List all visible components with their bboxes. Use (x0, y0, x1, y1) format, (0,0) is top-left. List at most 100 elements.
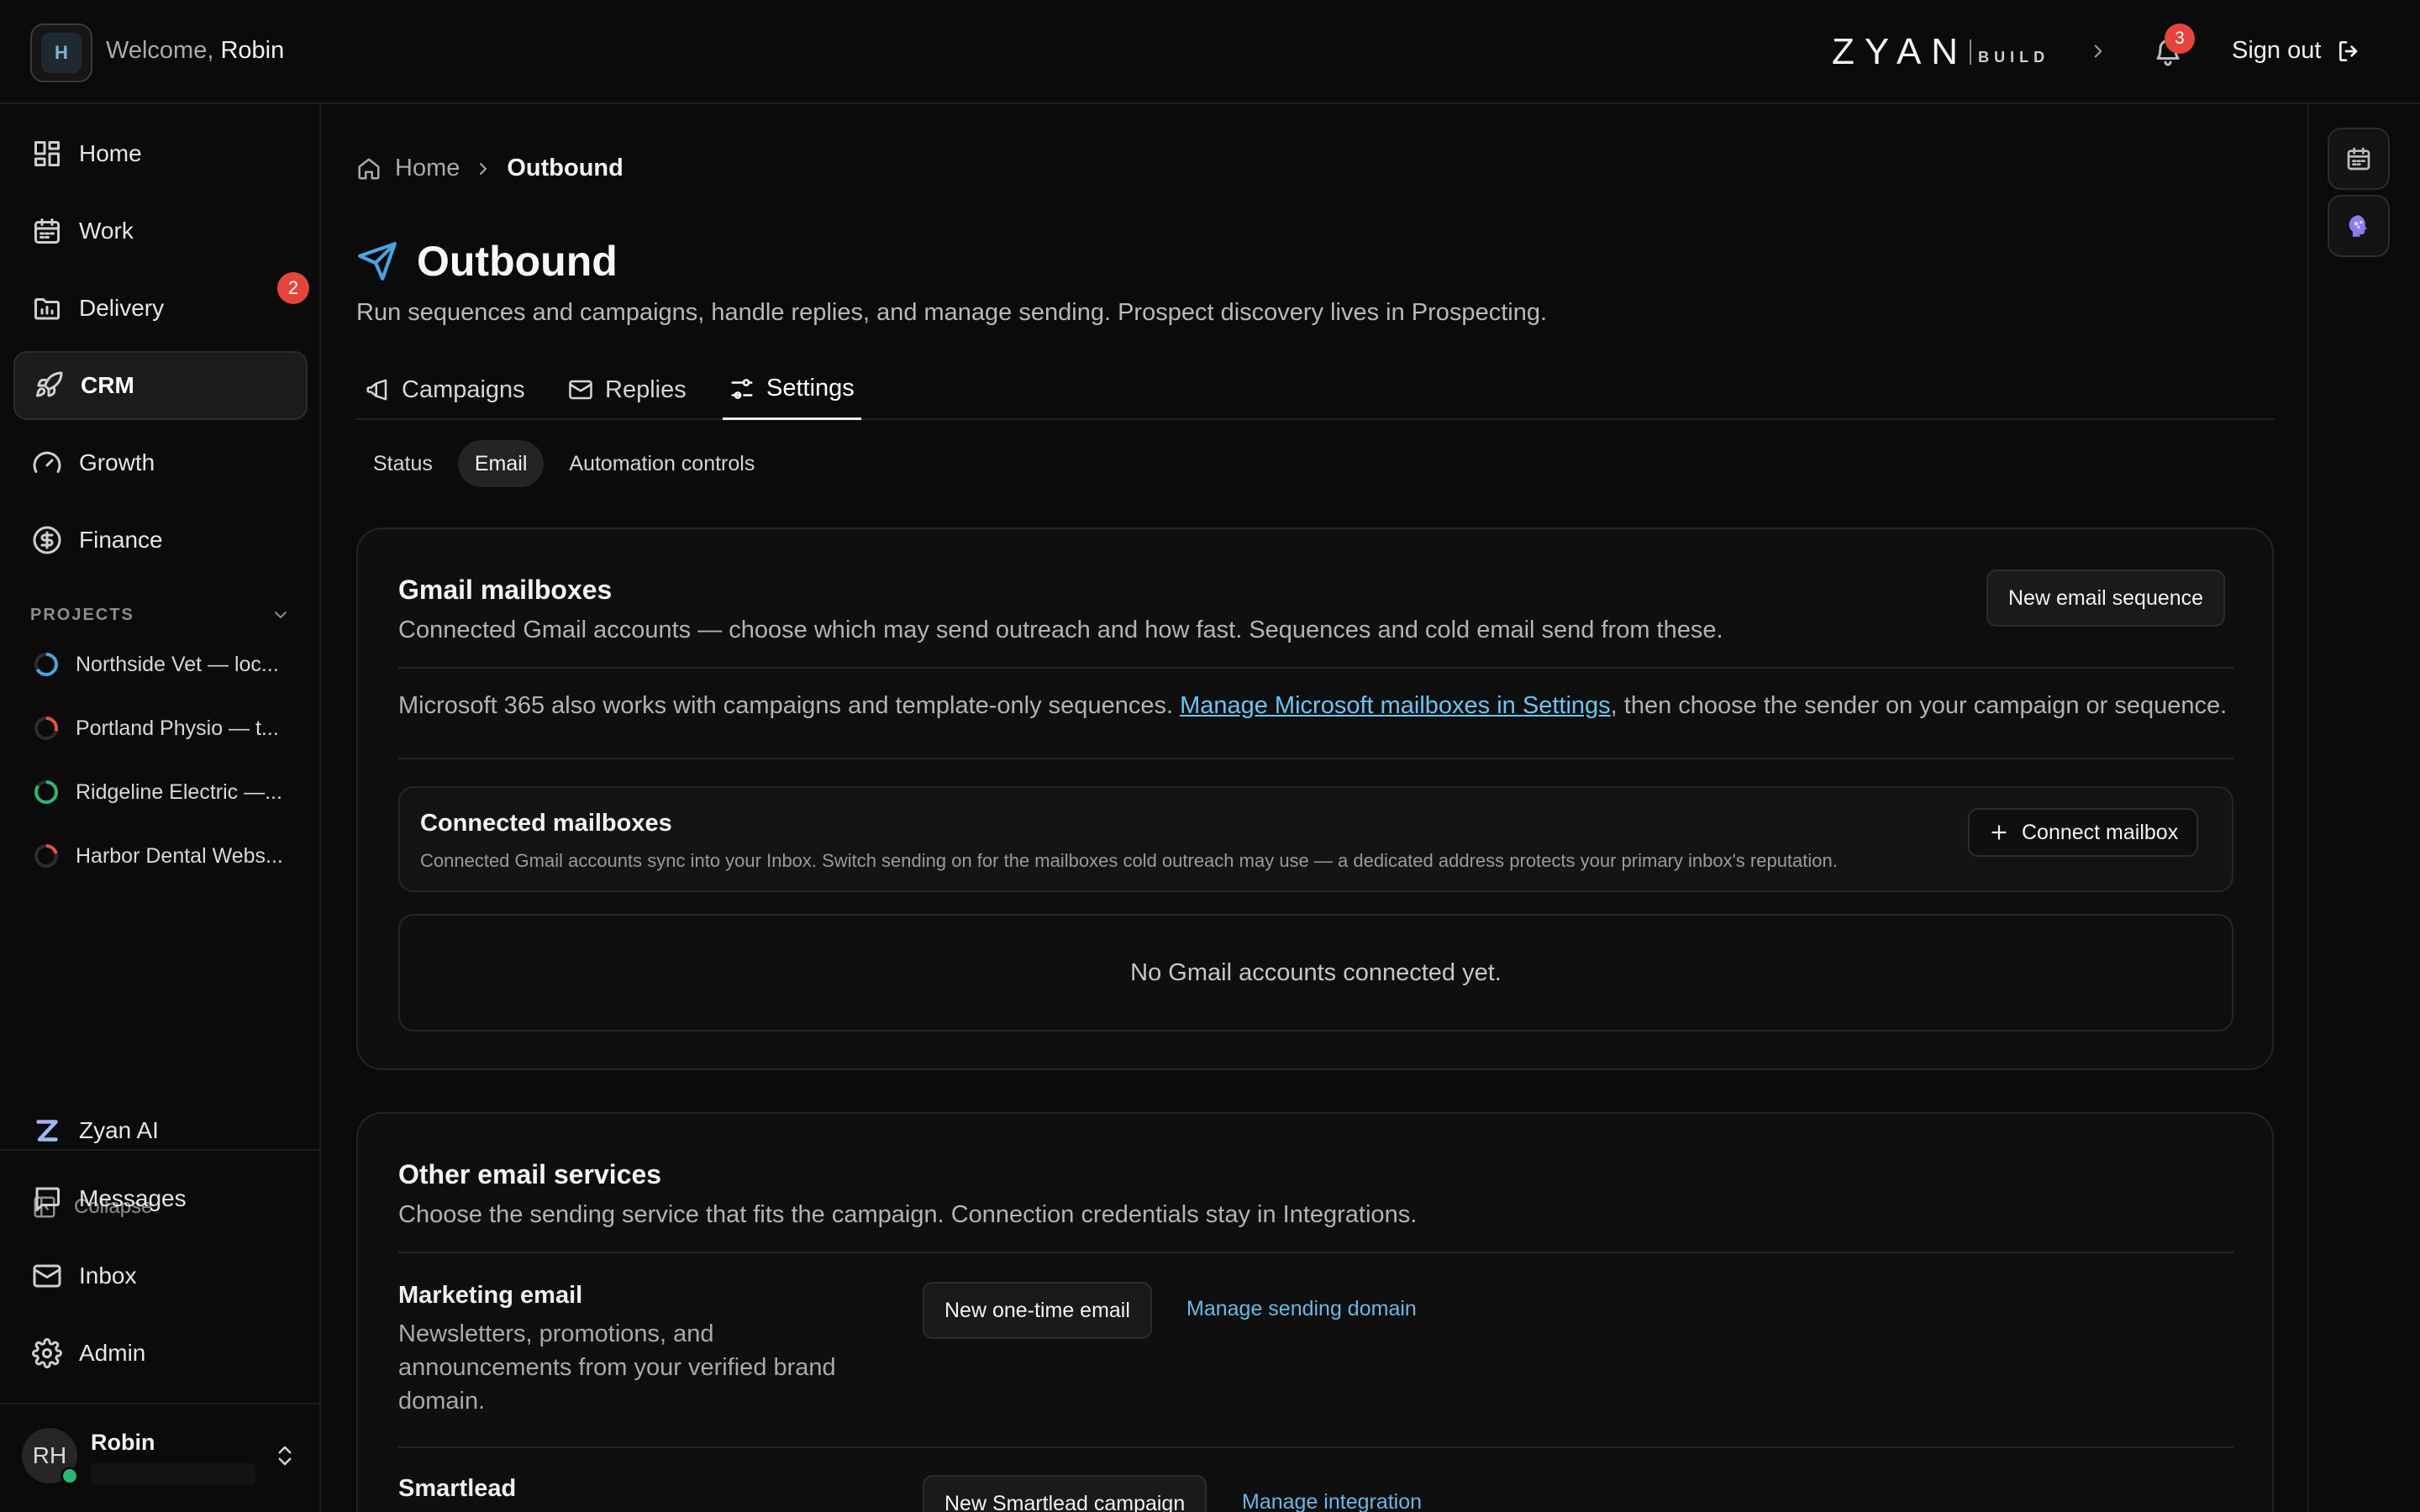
progress-ring-icon (34, 717, 58, 740)
project-item[interactable]: Harbor Dental Webs... (34, 835, 294, 877)
sidebar-item-label: CRM (81, 372, 134, 398)
divider (398, 667, 2233, 669)
send-icon (356, 240, 398, 282)
app-logo-initial: H (41, 33, 82, 73)
sidebar-item-label: Work (79, 218, 134, 244)
dollar-icon (32, 525, 62, 555)
rocket-icon (34, 370, 64, 401)
app-logo[interactable]: H (30, 24, 92, 82)
project-label: Ridgeline Electric —... (76, 780, 282, 804)
sidebar-item-messages[interactable]: Messages (13, 1164, 308, 1233)
microsoft-note: Microsoft 365 also works with campaigns … (398, 689, 2233, 722)
chevron-right-icon (473, 159, 493, 179)
manage-integration-link[interactable]: Manage integration (1242, 1490, 1422, 1512)
sidebar-item-work[interactable]: Work (13, 197, 308, 265)
tab-campaigns[interactable]: Campaigns (365, 360, 525, 420)
online-status-dot (60, 1467, 79, 1485)
delivery-icon (32, 293, 62, 323)
sidebar-item-home[interactable]: Home (13, 119, 308, 188)
calendar-rail-button[interactable] (2328, 128, 2390, 190)
new-smartlead-campaign-button[interactable]: New Smartlead campaign (923, 1475, 1207, 1512)
page-header: Outbound (356, 237, 618, 286)
mail-icon (32, 1261, 62, 1291)
subtab-email[interactable]: Email (457, 440, 544, 487)
sidebar-item-label: Growth (79, 449, 155, 475)
breadcrumb: Home Outbound (356, 155, 623, 182)
manage-microsoft-mailboxes-link[interactable]: Manage Microsoft mailboxes in Settings (1180, 692, 1611, 719)
sidebar-item-delivery[interactable]: Delivery (13, 274, 308, 343)
welcome-name: Robin (220, 37, 285, 64)
sidebar-item-admin[interactable]: Admin (13, 1319, 308, 1388)
sign-out-label: Sign out (2232, 37, 2322, 64)
zyan-ai-button[interactable]: Zyan AI (32, 1116, 159, 1146)
gmail-mailboxes-card: Gmail mailboxes Connected Gmail accounts… (356, 528, 2274, 1070)
brand-name: ZYAN (1832, 31, 1969, 72)
tab-replies[interactable]: Replies (568, 360, 687, 420)
project-item[interactable]: Ridgeline Electric —... (34, 771, 294, 813)
megaphone-icon (365, 377, 390, 402)
sidebar-item-label: Inbox (79, 1263, 137, 1289)
tab-settings[interactable]: Settings (723, 360, 861, 420)
projects-heading-label: PROJECTS (30, 605, 134, 624)
home-icon[interactable] (356, 156, 381, 181)
divider (398, 1446, 2233, 1448)
sidebar-item-growth[interactable]: Growth (13, 428, 308, 497)
sign-out-button[interactable]: Sign out (2232, 37, 2363, 65)
tab-bar: Campaigns Replies Settings (356, 360, 2274, 420)
sidebar-item-inbox[interactable]: Inbox (13, 1242, 308, 1310)
ms-note-suffix: , then choose the sender on your campaig… (1610, 692, 2228, 719)
card-description: Connected Gmail accounts — choose which … (398, 617, 1723, 643)
service-description: Newsletters, promotions, and announcemen… (398, 1320, 836, 1415)
project-item[interactable]: Portland Physio — t... (34, 707, 294, 749)
project-label: Northside Vet — loc... (76, 652, 279, 676)
user-name: Robin (91, 1430, 155, 1455)
message-icon (32, 1184, 62, 1214)
subtab-status[interactable]: Status (356, 440, 450, 487)
logout-icon (2336, 38, 2363, 65)
tab-label: Replies (605, 375, 687, 403)
sidebar-divider (0, 1149, 321, 1151)
user-email-placeholder (91, 1463, 255, 1485)
new-one-time-email-button[interactable]: New one-time email (923, 1282, 1152, 1339)
new-email-sequence-button[interactable]: New email sequence (1986, 570, 2226, 627)
chevrons-up-down-icon (272, 1443, 297, 1468)
ms-note-prefix: Microsoft 365 also works with campaigns … (398, 692, 1181, 719)
sidebar-item-finance[interactable]: Finance (13, 506, 308, 575)
sliders-icon (729, 376, 755, 402)
card-title: Other email services (398, 1159, 662, 1189)
chevron-right-icon[interactable] (2087, 40, 2109, 62)
project-label: Harbor Dental Webs... (76, 843, 283, 868)
divider (398, 758, 2233, 759)
connect-mailbox-label: Connect mailbox (2022, 820, 2179, 844)
sidebar-item-crm[interactable]: CRM (13, 351, 308, 420)
project-item[interactable]: Northside Vet — loc... (34, 643, 294, 685)
right-rail (2307, 104, 2420, 1512)
project-label: Portland Physio — t... (76, 716, 279, 740)
ai-brain-icon (2344, 212, 2373, 240)
chevron-down-icon (271, 605, 291, 625)
calendar-icon (32, 216, 62, 246)
ai-assistant-rail-button[interactable] (2328, 195, 2390, 257)
sidebar-item-label: Admin (79, 1340, 146, 1366)
card-description: Choose the sending service that fits the… (398, 1201, 1418, 1228)
dashboard-icon (32, 139, 62, 169)
manage-sending-domain-link[interactable]: Manage sending domain (1186, 1297, 1417, 1321)
brand-logo[interactable]: ZYAN BUILD (1832, 31, 2049, 72)
sidebar-item-label: Messages (79, 1185, 187, 1211)
calendar-icon (2345, 145, 2372, 172)
gear-icon (32, 1338, 62, 1368)
connect-mailbox-button[interactable]: Connect mailbox (1968, 808, 2199, 857)
tab-label: Settings (766, 375, 855, 402)
tab-label: Campaigns (402, 375, 525, 403)
sidebar-item-label: Home (79, 140, 142, 166)
welcome-text: Welcome, Robin (106, 37, 284, 65)
brand-separator (1970, 39, 1972, 65)
subtab-automation-controls[interactable]: Automation controls (552, 440, 771, 487)
divider (398, 1252, 2233, 1253)
breadcrumb-home[interactable]: Home (395, 155, 460, 182)
projects-heading[interactable]: PROJECTS (30, 605, 291, 625)
user-menu[interactable]: RH Robin (22, 1420, 308, 1495)
progress-ring-icon (34, 780, 58, 804)
service-name: Marketing email (398, 1282, 583, 1309)
service-name: Smartlead (398, 1475, 517, 1502)
